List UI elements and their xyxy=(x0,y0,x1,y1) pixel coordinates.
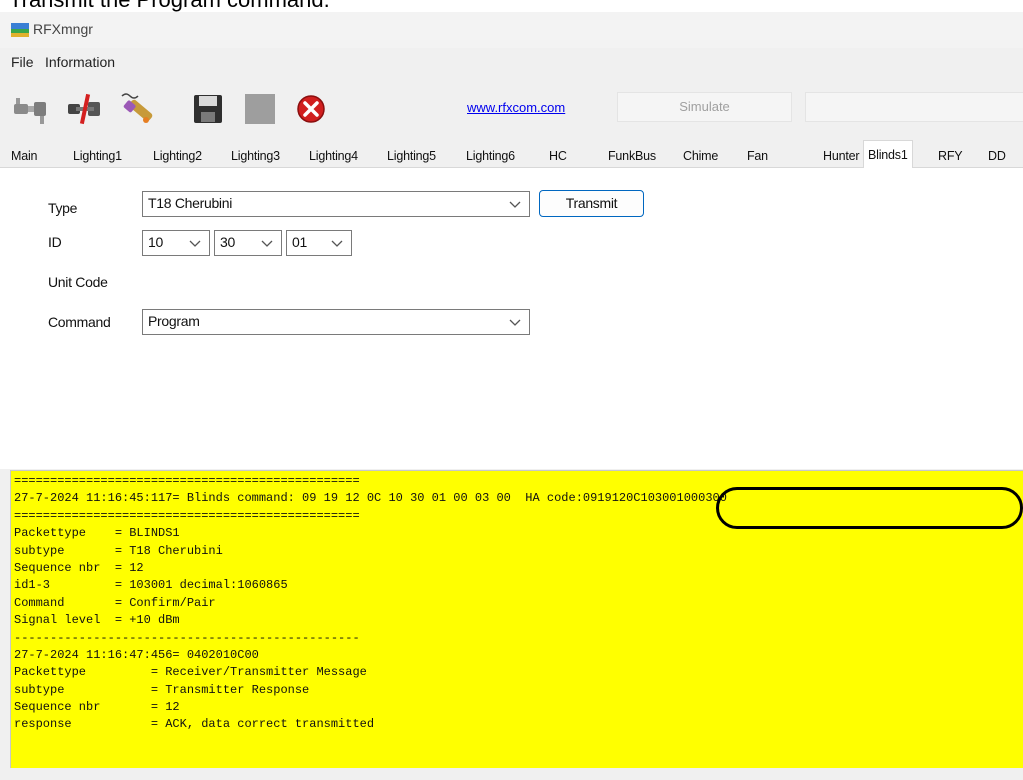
log-line: response = ACK, data correct transmitted xyxy=(14,717,375,732)
tab-lighting1[interactable]: Lighting1 xyxy=(73,149,122,167)
command-label: Command xyxy=(48,314,111,330)
unit-code-label: Unit Code xyxy=(48,274,108,290)
log-line: Sequence nbr = 12 xyxy=(14,700,180,715)
id1-value: 10 xyxy=(148,234,163,250)
chevron-down-icon xyxy=(509,201,521,208)
log-line: ----------------------------------------… xyxy=(14,630,360,645)
log-line: ========================================… xyxy=(14,508,360,523)
type-label: Type xyxy=(48,200,78,216)
id2-value: 30 xyxy=(220,234,235,250)
tab-lighting6[interactable]: Lighting6 xyxy=(466,149,515,167)
disconnect-icon[interactable] xyxy=(66,90,104,128)
log-line: Signal level = +10 dBm xyxy=(14,613,180,628)
tab-funkbus[interactable]: FunkBus xyxy=(608,149,656,167)
log-line: ========================================… xyxy=(14,474,360,488)
type-select[interactable]: T18 Cherubini xyxy=(142,191,530,217)
tab-blinds1[interactable]: Blinds1 xyxy=(863,140,913,168)
log-line: 27-7-2024 11:16:45:117= Blinds command: … xyxy=(14,491,727,506)
type-select-value: T18 Cherubini xyxy=(148,195,233,211)
close-icon[interactable] xyxy=(292,90,330,128)
title-bar: RFXmngr xyxy=(0,12,1023,48)
connect-icon[interactable] xyxy=(12,90,50,128)
tab-hunter[interactable]: Hunter xyxy=(823,149,860,167)
tab-lighting3[interactable]: Lighting3 xyxy=(231,149,280,167)
log-line: subtype = Transmitter Response xyxy=(14,682,310,697)
transmit-button[interactable]: Transmit xyxy=(539,190,644,217)
id3-select[interactable]: 01 xyxy=(286,230,352,256)
menu-information[interactable]: Information xyxy=(45,54,115,70)
tab-dd[interactable]: DD xyxy=(988,149,1006,167)
id-label: ID xyxy=(48,234,62,250)
menu-bar: File Information xyxy=(0,48,1023,76)
command-select[interactable]: Program xyxy=(142,309,530,335)
tab-hc[interactable]: HC xyxy=(549,149,567,167)
toolbar: www.rfxcom.com Simulate xyxy=(0,76,1023,136)
message-log[interactable]: ========================================… xyxy=(10,470,1023,768)
tab-fan[interactable]: Fan xyxy=(747,149,768,167)
log-line: Command = Confirm/Pair xyxy=(14,595,216,610)
log-line: Packettype = Receiver/Transmitter Messag… xyxy=(14,665,367,680)
chevron-down-icon xyxy=(261,240,273,247)
menu-file[interactable]: File xyxy=(11,54,34,70)
simulate-button[interactable]: Simulate xyxy=(617,92,792,122)
log-line: subtype = T18 Cherubini xyxy=(14,543,223,558)
tab-lighting2[interactable]: Lighting2 xyxy=(153,149,202,167)
tab-strip: Main Lighting1 Lighting2 Lighting3 Light… xyxy=(0,136,1023,168)
caption-text: Transmit the Program command. xyxy=(9,0,330,12)
log-line: Sequence nbr = 12 xyxy=(14,560,144,575)
log-line: id1-3 = 103001 decimal:1060865 xyxy=(14,578,288,593)
chevron-down-icon xyxy=(189,240,201,247)
log-line: 27-7-2024 11:16:47:456= 0402010C00 xyxy=(14,647,259,662)
chevron-down-icon xyxy=(331,240,343,247)
chevron-down-icon xyxy=(509,319,521,326)
id2-select[interactable]: 30 xyxy=(214,230,282,256)
save-icon[interactable] xyxy=(189,90,227,128)
id3-value: 01 xyxy=(292,234,307,250)
rfxcom-logo-icon xyxy=(11,23,29,37)
window-title: RFXmngr xyxy=(33,21,93,37)
firmware-icon[interactable] xyxy=(118,90,156,128)
tab-lighting5[interactable]: Lighting5 xyxy=(387,149,436,167)
log-line: Packettype = BLINDS1 xyxy=(14,526,180,541)
stop-icon[interactable] xyxy=(241,90,279,128)
id1-select[interactable]: 10 xyxy=(142,230,210,256)
tab-chime[interactable]: Chime xyxy=(683,149,718,167)
tab-rfy[interactable]: RFY xyxy=(938,149,963,167)
command-select-value: Program xyxy=(148,313,200,329)
rfxcom-link[interactable]: www.rfxcom.com xyxy=(467,100,565,115)
toolbar-status-box xyxy=(805,92,1023,122)
tab-main[interactable]: Main xyxy=(11,149,37,167)
tab-lighting4[interactable]: Lighting4 xyxy=(309,149,358,167)
